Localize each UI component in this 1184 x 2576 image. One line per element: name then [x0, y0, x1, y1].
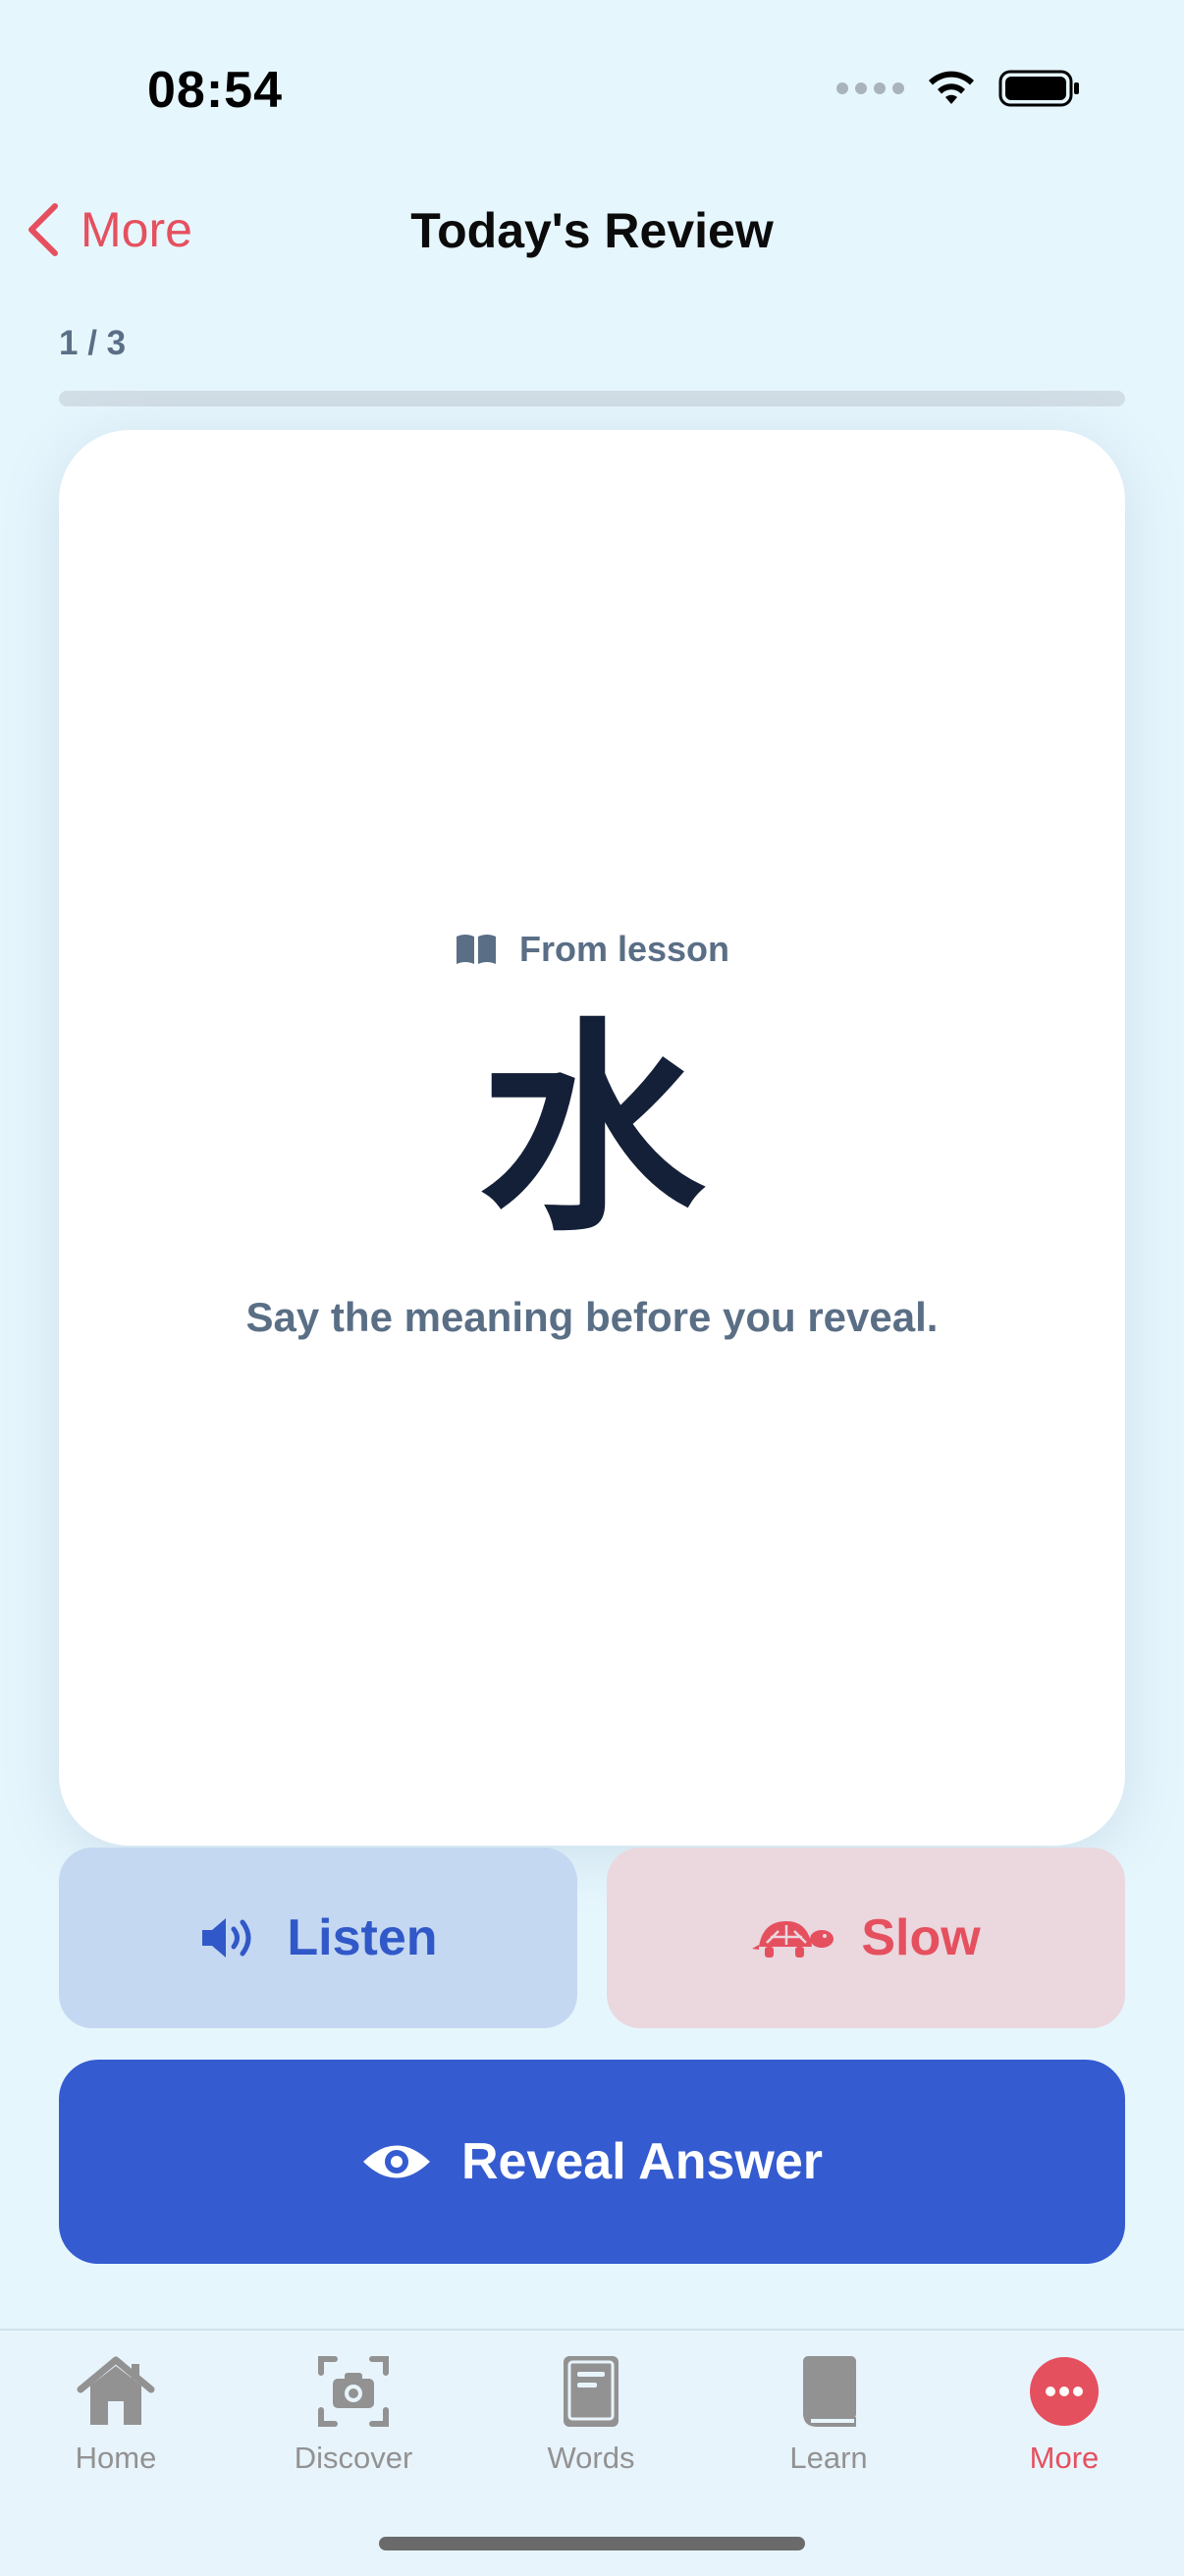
camera-icon — [318, 2356, 389, 2427]
tab-words-label: Words — [547, 2441, 635, 2475]
eye-icon — [362, 2145, 430, 2178]
tab-more[interactable]: More — [966, 2350, 1162, 2476]
more-icon — [1030, 2357, 1099, 2426]
tab-learn-label: Learn — [789, 2441, 868, 2475]
reveal-answer-button[interactable]: Reveal Answer — [59, 2060, 1125, 2264]
lesson-tag-label: From lesson — [518, 929, 730, 969]
words-book-icon — [564, 2356, 619, 2427]
navigation-bar: More Today's Review — [0, 187, 1184, 275]
flashcard-character: 水 — [478, 1000, 705, 1262]
page-title: Today's Review — [410, 203, 774, 258]
tab-words[interactable]: Words — [493, 2350, 689, 2476]
tab-discover[interactable]: Discover — [255, 2350, 452, 2476]
progress-bar — [59, 391, 1125, 406]
status-icons — [836, 69, 1081, 108]
tab-learn[interactable]: Learn — [730, 2350, 927, 2476]
home-indicator — [379, 2537, 805, 2550]
cellular-signal-icon — [836, 82, 904, 94]
flashcard-hint: Say the meaning before you reveal. — [245, 1294, 939, 1340]
listen-button[interactable]: Listen — [59, 1848, 577, 2028]
turtle-icon — [752, 1921, 834, 1958]
speaker-icon — [202, 1918, 251, 1958]
open-book-icon — [456, 935, 496, 964]
progress-counter: 1 / 3 — [59, 324, 127, 362]
learn-book-icon — [803, 2356, 856, 2427]
wifi-icon — [929, 71, 974, 104]
tab-discover-label: Discover — [294, 2441, 413, 2475]
status-bar: 08:54 — [0, 0, 1184, 187]
lesson-tag: From lesson — [59, 929, 1125, 970]
slow-button[interactable]: Slow — [607, 1848, 1125, 2028]
tab-home-label: Home — [75, 2441, 157, 2475]
tab-more-label: More — [1029, 2441, 1100, 2475]
status-time: 08:54 — [147, 62, 283, 119]
flashcard[interactable]: From lesson 水 Say the meaning before you… — [59, 430, 1125, 1846]
tab-home[interactable]: Home — [18, 2350, 214, 2476]
reveal-answer-label: Reveal Answer — [460, 2133, 824, 2190]
listen-label: Listen — [287, 1909, 438, 1966]
home-icon — [77, 2356, 155, 2425]
battery-icon — [998, 70, 1079, 107]
slow-label: Slow — [861, 1909, 981, 1966]
